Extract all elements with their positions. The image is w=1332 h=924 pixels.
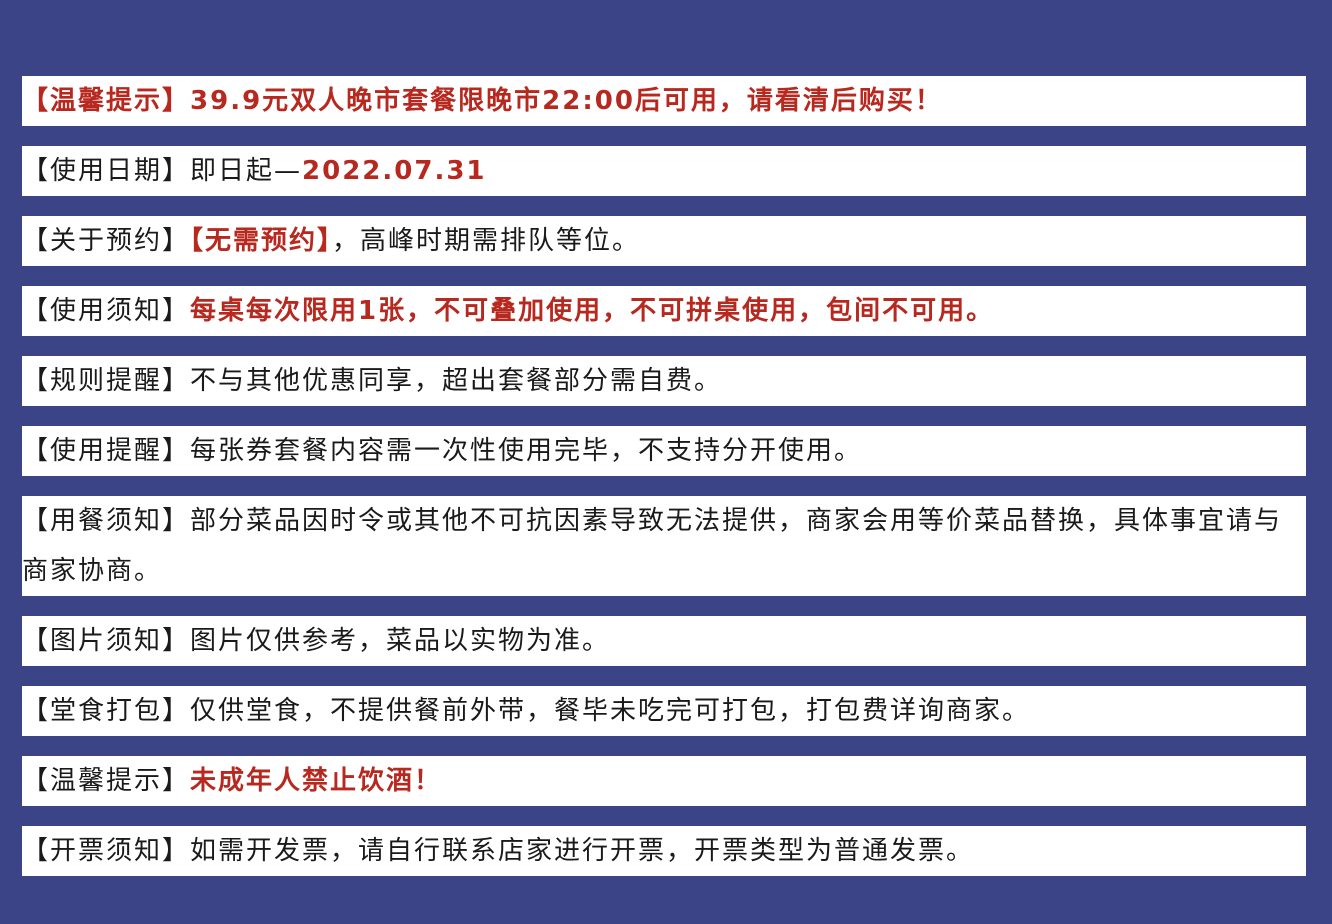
notice-label: 【规则提醒】	[22, 366, 191, 396]
notice-text: 39.9元双人晚市套餐限晚市22:00后可用，请看清后购买！	[190, 86, 943, 116]
notice-dinein-takeout: 【堂食打包】仅供堂食，不提供餐前外带，餐毕未吃完可打包，打包费详询商家。	[22, 686, 1306, 736]
notice-text: 部分菜品因时令或其他不可抗因素导致无法提供，商家会用等价菜品替换，具体事宜请与商…	[22, 506, 1283, 586]
notice-label: 【使用提醒】	[22, 436, 191, 466]
notice-invoice: 【开票须知】如需开发票，请自行联系店家进行开票，开票类型为普通发票。	[22, 826, 1306, 876]
notice-usage-rules: 【使用须知】每桌每次限用1张，不可叠加使用，不可拼桌使用，包间不可用。	[22, 286, 1306, 336]
notice-text: 每张券套餐内容需一次性使用完毕，不支持分开使用。	[190, 436, 863, 466]
notice-label: 【开票须知】	[22, 836, 191, 866]
notice-no-reservation-highlight: 【无需预约】	[190, 226, 333, 256]
notice-label: 【用餐须知】	[22, 506, 191, 536]
notice-text: 不与其他优惠同享，超出套餐部分需自费。	[190, 366, 723, 396]
notice-warm-tip: 【温馨提示】39.9元双人晚市套餐限晚市22:00后可用，请看清后购买！	[22, 76, 1306, 126]
notice-usage-date: 【使用日期】即日起—2022.07.31	[22, 146, 1306, 196]
notice-label: 【温馨提示】	[22, 86, 191, 116]
notice-text: 如需开发票，请自行联系店家进行开票，开票类型为普通发票。	[190, 836, 975, 866]
notice-image: 【图片须知】图片仅供参考，菜品以实物为准。	[22, 616, 1306, 666]
notice-text: 每桌每次限用1张，不可叠加使用，不可拼桌使用，包间不可用。	[190, 296, 995, 326]
notice-date-highlight: 2022.07.31	[302, 156, 487, 186]
notice-dining: 【用餐须知】部分菜品因时令或其他不可抗因素导致无法提供，商家会用等价菜品替换，具…	[22, 496, 1306, 596]
notice-label: 【堂食打包】	[22, 696, 191, 726]
notice-text: 未成年人禁止饮酒！	[190, 766, 443, 796]
notice-text: 即日起—	[190, 156, 303, 186]
notice-rule-reminder: 【规则提醒】不与其他优惠同享，超出套餐部分需自费。	[22, 356, 1306, 406]
notice-text: ，高峰时期需排队等位。	[332, 226, 641, 256]
notice-label: 【关于预约】	[22, 226, 191, 256]
notice-label: 【图片须知】	[22, 626, 191, 656]
notice-reservation: 【关于预约】【无需预约】，高峰时期需排队等位。	[22, 216, 1306, 266]
notice-label: 【温馨提示】	[22, 766, 191, 796]
notice-label: 【使用日期】	[22, 156, 191, 186]
notice-usage-reminder: 【使用提醒】每张券套餐内容需一次性使用完毕，不支持分开使用。	[22, 426, 1306, 476]
notice-alcohol-warning: 【温馨提示】未成年人禁止饮酒！	[22, 756, 1306, 806]
notice-label: 【使用须知】	[22, 296, 191, 326]
notice-text: 图片仅供参考，菜品以实物为准。	[190, 626, 611, 656]
notice-text: 仅供堂食，不提供餐前外带，餐毕未吃完可打包，打包费详询商家。	[190, 696, 1031, 726]
